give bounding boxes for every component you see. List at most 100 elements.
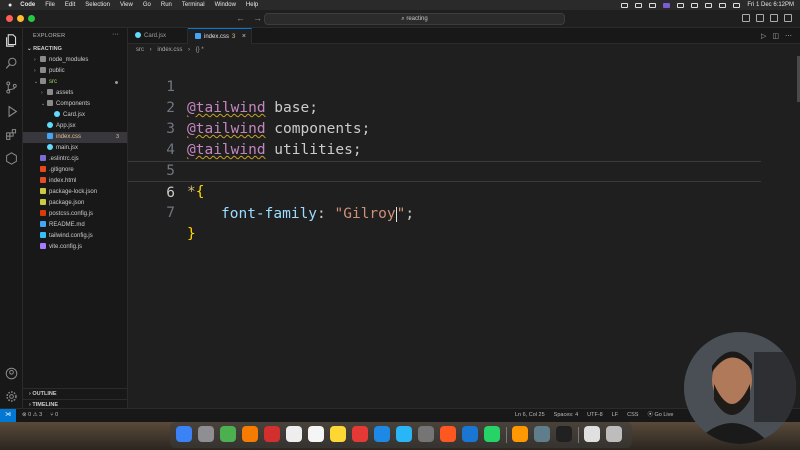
status-app-icon[interactable] [621,2,629,8]
file-item[interactable]: .gitignore [23,165,127,176]
project-folder-header[interactable]: ⌄ REACTING [27,46,62,52]
command-center-search[interactable]: ⌕ reacting [264,13,565,25]
maximize-window-button[interactable] [28,15,35,22]
remote-indicator[interactable]: ⋊ [0,409,16,422]
minimize-window-button[interactable] [17,15,24,22]
control-center-icon[interactable] [733,2,741,8]
split-editor-icon[interactable]: ◫ [772,32,779,40]
folder-item[interactable]: › node_modules [23,55,127,66]
system-settings-icon[interactable] [418,426,434,442]
trash-icon[interactable] [606,426,622,442]
breadcrumb-separator: › [188,47,191,53]
search-icon[interactable] [719,2,727,8]
menu-selection[interactable]: Selection [85,2,110,8]
downloads-folder-icon[interactable] [584,426,600,442]
file-item[interactable]: postcss.config.js [23,209,127,220]
reminders-icon[interactable] [308,426,324,442]
customize-layout-icon[interactable] [784,14,792,22]
file-item[interactable]: App.jsx [23,121,127,132]
toggle-secondary-sidebar-icon[interactable] [770,14,778,22]
cursor-position[interactable]: Ln 6, Col 25 [515,409,545,422]
more-actions-icon[interactable]: ··· [112,31,119,38]
terminal-icon[interactable] [556,426,572,442]
search-icon[interactable] [5,57,18,70]
maps-icon[interactable] [220,426,236,442]
run-icon[interactable]: ▷ [761,32,766,40]
file-item[interactable]: vite.config.js [23,242,127,253]
calendar-icon[interactable] [286,426,302,442]
status-app-icon[interactable] [635,2,643,8]
extensions-icon[interactable] [5,128,18,141]
folder-item[interactable]: ⌄ src [23,77,127,88]
settings-gear-icon[interactable] [5,390,18,403]
file-item[interactable]: package.json [23,198,127,209]
encoding-status[interactable]: UTF-8 [587,409,603,422]
source-control-icon[interactable] [5,81,18,94]
menu-terminal[interactable]: Terminal [182,2,205,8]
notes-icon[interactable] [330,426,346,442]
status-app-icon[interactable] [691,2,699,8]
eol-status[interactable]: LF [612,409,618,422]
file-item[interactable]: Card.jsx [23,110,127,121]
brave-browser-icon[interactable] [440,426,456,442]
folder-item[interactable]: ⌄ Components [23,99,127,110]
status-app-icon[interactable] [649,2,657,8]
indentation-status[interactable]: Spaces: 4 [554,409,578,422]
menu-go[interactable]: Go [143,2,151,8]
menu-edit[interactable]: Edit [65,2,75,8]
vscode-icon[interactable] [462,426,478,442]
facetime-icon[interactable] [264,426,280,442]
menu-view[interactable]: View [120,2,133,8]
menu-window[interactable]: Window [215,2,236,8]
launchpad-icon[interactable] [198,426,214,442]
status-app-icon[interactable] [677,2,685,8]
breadcrumb-file[interactable]: index.css [157,47,182,53]
whatsapp-icon[interactable] [484,426,500,442]
breadcrumb-symbol[interactable]: {} * [196,47,204,53]
toggle-sidebar-icon[interactable] [742,14,750,22]
close-tab-icon[interactable]: × [242,29,246,45]
go-live-button[interactable]: ⦿ Go Live [647,409,673,422]
file-item[interactable]: package-lock.json [23,187,127,198]
back-arrow-icon[interactable]: ← [236,13,245,23]
file-item[interactable]: tailwind.config.js [23,231,127,242]
tab-card-jsx[interactable]: Card.jsx [128,28,188,44]
explorer-icon[interactable] [5,34,18,47]
apple-menu-icon[interactable]: ● [8,2,12,9]
app-store-icon[interactable] [396,426,412,442]
file-item[interactable]: main.jsx [23,143,127,154]
remote-explorer-icon[interactable] [5,152,18,165]
file-item[interactable]: index.css 3 [23,132,127,143]
menu-help[interactable]: Help [246,2,258,8]
menu-run[interactable]: Run [161,2,172,8]
vlc-icon[interactable] [512,426,528,442]
close-window-button[interactable] [6,15,13,22]
file-item[interactable]: .eslintrc.cjs [23,154,127,165]
account-icon[interactable] [5,367,18,380]
app-icon[interactable] [534,426,550,442]
language-mode[interactable]: CSS [627,409,638,422]
breadcrumb-src[interactable]: src [136,47,144,53]
photos-icon[interactable] [242,426,258,442]
outline-section[interactable]: › OUTLINE [23,388,127,399]
wifi-icon[interactable] [705,2,713,8]
folder-item[interactable]: › assets [23,88,127,99]
folder-item[interactable]: › public [23,66,127,77]
problems-status[interactable]: ⊗ 0 ⚠ 3 [22,409,42,422]
file-item[interactable]: index.html [23,176,127,187]
menubar-clock[interactable]: Fri 1 Dec 6:12PM [747,2,794,8]
file-item[interactable]: README.md [23,220,127,231]
ports-status[interactable]: ⑂ 0 [50,409,58,422]
more-actions-icon[interactable]: ⋯ [785,32,792,40]
forward-arrow-icon[interactable]: → [253,13,262,23]
menu-file[interactable]: File [45,2,55,8]
screen-record-icon[interactable] [663,2,671,8]
run-debug-icon[interactable] [5,105,18,118]
keynote-icon[interactable] [374,426,390,442]
tree-item-label: main.jsx [56,145,79,151]
music-icon[interactable] [352,426,368,442]
toggle-panel-icon[interactable] [756,14,764,22]
finder-icon[interactable] [176,426,192,442]
menu-code[interactable]: Code [20,2,35,8]
tab-index-css[interactable]: index.css 3 × [188,28,252,44]
